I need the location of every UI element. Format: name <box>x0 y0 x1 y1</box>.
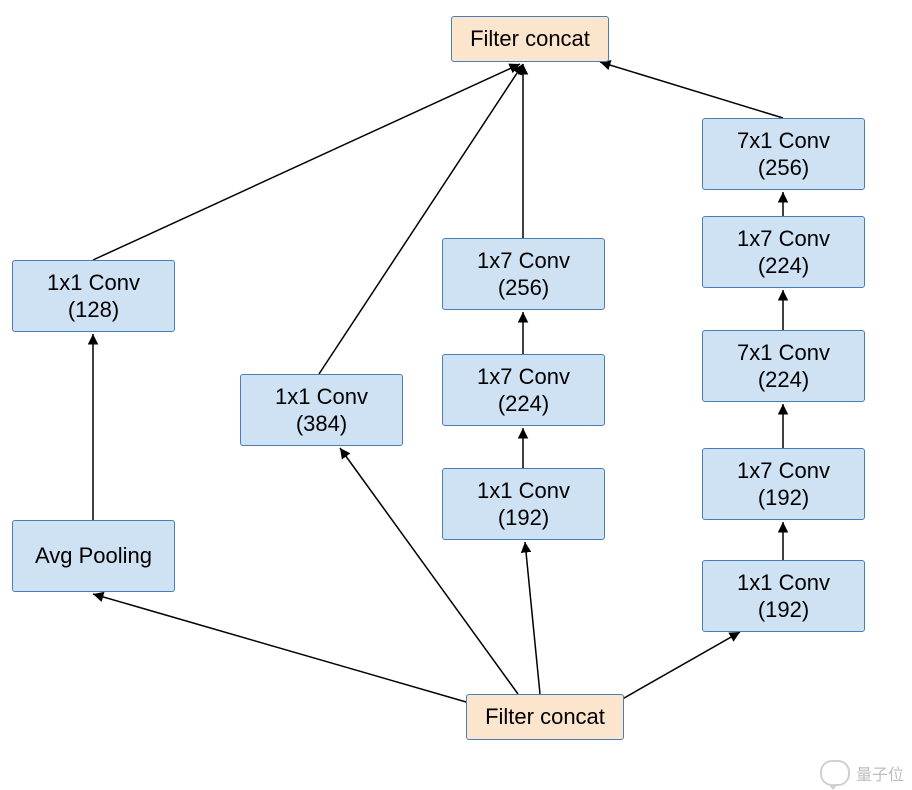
node-label: 1x7 Conv(256) <box>477 247 570 302</box>
node-label: 1x1 Conv(192) <box>737 569 830 624</box>
conv-7x1-256: 7x1 Conv(256) <box>702 118 865 190</box>
node-label: 7x1 Conv(224) <box>737 339 830 394</box>
node-label: 1x7 Conv(192) <box>737 457 830 512</box>
conv-1x7-256: 1x7 Conv(256) <box>442 238 605 310</box>
conv-1x1-192-b4: 1x1 Conv(192) <box>702 560 865 632</box>
conv-7x1-224: 7x1 Conv(224) <box>702 330 865 402</box>
node-label: 1x1 Conv(128) <box>47 269 140 324</box>
wechat-icon <box>820 760 850 786</box>
conv-1x7-192: 1x7 Conv(192) <box>702 448 865 520</box>
avg-pooling: Avg Pooling <box>12 520 175 592</box>
conv-1x1-384: 1x1 Conv(384) <box>240 374 403 446</box>
conv-1x1-192-b3: 1x1 Conv(192) <box>442 468 605 540</box>
conv-1x7-224-b3: 1x7 Conv(224) <box>442 354 605 426</box>
conv-1x7-224-b4: 1x7 Conv(224) <box>702 216 865 288</box>
node-label: 7x1 Conv(256) <box>737 127 830 182</box>
node-label: 1x7 Conv(224) <box>737 225 830 280</box>
filter-concat-top: Filter concat <box>451 16 609 62</box>
conv-1x1-128: 1x1 Conv(128) <box>12 260 175 332</box>
node-label: 1x1 Conv(192) <box>477 477 570 532</box>
node-label: 1x1 Conv(384) <box>275 383 368 438</box>
filter-concat-bottom: Filter concat <box>466 694 624 740</box>
node-label: 1x7 Conv(224) <box>477 363 570 418</box>
watermark-text: 量子位 <box>856 761 904 785</box>
watermark: 量子位 <box>820 760 904 786</box>
